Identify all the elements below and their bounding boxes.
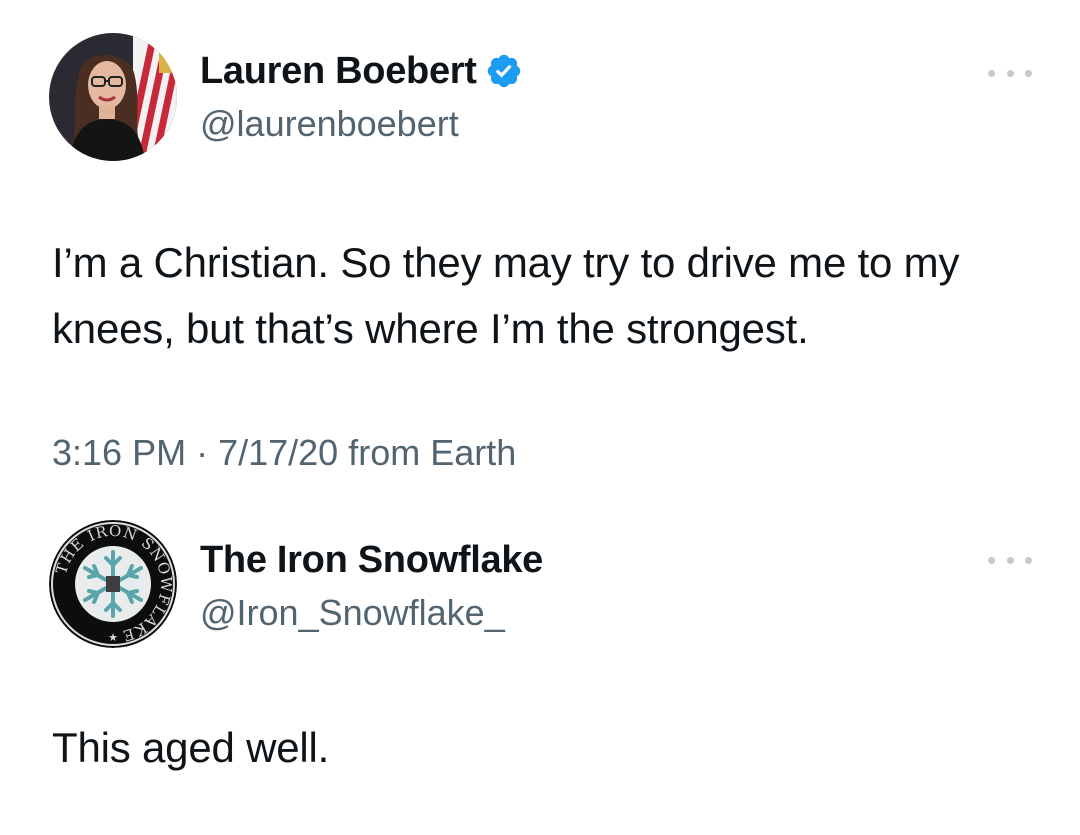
- more-options-icon[interactable]: [988, 553, 1032, 567]
- tweet-date[interactable]: 7/17/20: [218, 432, 338, 473]
- display-name[interactable]: Lauren Boebert: [200, 48, 477, 94]
- author-row: Lauren Boebert: [200, 48, 523, 94]
- handle[interactable]: @laurenboebert: [200, 102, 459, 146]
- svg-text:★: ★: [108, 631, 118, 644]
- author-row: The Iron Snowflake: [200, 537, 543, 583]
- verified-badge-icon: [487, 54, 520, 88]
- tweet-source: from Earth: [338, 432, 517, 473]
- tweet-text: This aged well.: [52, 724, 330, 771]
- iron-snowflake-logo-icon: THE IRON SNOWFLAKE ★: [49, 520, 177, 648]
- tweet-reply: THE IRON SNOWFLAKE ★ The Iron Snowflake …: [0, 500, 1080, 835]
- meta-separator: ·: [186, 432, 219, 473]
- dot: [988, 69, 995, 77]
- dot: [1006, 556, 1014, 564]
- handle[interactable]: @Iron_Snowflake_: [200, 591, 505, 635]
- tweet-time[interactable]: 3:16 PM: [52, 432, 186, 473]
- avatar[interactable]: THE IRON SNOWFLAKE ★: [49, 520, 177, 648]
- tweet-meta: 3:16 PM · 7/17/20 from Earth: [52, 428, 516, 478]
- avatar[interactable]: [49, 33, 177, 161]
- display-name[interactable]: The Iron Snowflake: [200, 537, 543, 583]
- tweet-original: Lauren Boebert @laurenboebert I’m a Chri…: [0, 0, 1080, 500]
- dot: [1025, 69, 1032, 77]
- dot: [988, 556, 995, 564]
- dot: [1025, 556, 1032, 564]
- portrait-photo-icon: [49, 33, 177, 161]
- dot: [1006, 69, 1014, 77]
- more-options-icon[interactable]: [988, 66, 1032, 80]
- tweet-text: I’m a Christian. So they may try to driv…: [52, 239, 960, 352]
